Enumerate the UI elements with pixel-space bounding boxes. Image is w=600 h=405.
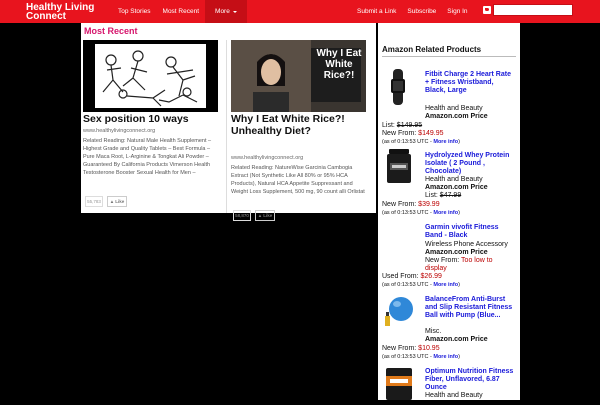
story-title[interactable]: Sex position 10 ways — [83, 113, 225, 125]
section-title: Most Recent — [84, 26, 138, 36]
new-label: New From: — [425, 257, 462, 264]
story-source[interactable]: www.healthylivingconnect.org — [83, 128, 155, 134]
nav-more-dropdown[interactable]: More — [205, 0, 247, 23]
search-input[interactable] — [493, 4, 573, 16]
story-source[interactable]: www.healthylivingconnect.org — [231, 155, 303, 161]
main-nav: Top Stories Most Recent More — [112, 0, 247, 23]
asof-text: (as of 0:13:53 UTC - — [382, 354, 434, 360]
new-label: New From: — [382, 345, 419, 352]
fitness-band-icon — [391, 69, 405, 105]
product-store: Amazon.com Price — [425, 249, 488, 256]
product-new-price: New From: $10.95 — [382, 345, 440, 353]
story-description: Related Reading: NatureWise Garcinia Cam… — [231, 165, 365, 195]
asof-text: (as of 0:13:53 UTC - — [382, 282, 434, 288]
product-store: Amazon.com Price — [425, 113, 488, 120]
sidebar-title: Amazon Related Products — [382, 45, 482, 54]
more-info-link[interactable]: More info — [433, 210, 458, 216]
story-card: Sex position 10 ways www.healthylivingco… — [83, 40, 223, 210]
product-title[interactable]: Garmin vivofit Fitness Band - Black — [425, 224, 515, 240]
sidebar-divider — [382, 56, 516, 57]
product-timestamp: (as of 0:13:53 UTC - More info) — [382, 139, 460, 145]
top-navigation-bar: Healthy Living Connect Top Stories Most … — [0, 0, 600, 23]
new-label: New From: — [382, 130, 419, 137]
product-list-price: List: $47.99 — [425, 192, 461, 200]
product-title[interactable]: Hydrolyzed Whey Protein Isolate ( 2 Poun… — [425, 152, 515, 176]
amazon-products-sidebar: Amazon Related Products Fitbit Charge 2 … — [378, 23, 520, 400]
product-image-fiber[interactable] — [384, 368, 414, 400]
sign-in-button[interactable]: Sign In — [447, 8, 467, 15]
story-thumbnail[interactable] — [83, 40, 218, 112]
product-timestamp: (as of 0:13:53 UTC - More info) — [382, 354, 460, 360]
nav-top-stories[interactable]: Top Stories — [112, 0, 157, 23]
share-count: 55,783 — [85, 196, 103, 207]
asof-end: ) — [458, 210, 460, 216]
site-logo[interactable]: Healthy Living Connect — [26, 3, 94, 22]
new-label: New From: — [382, 201, 419, 208]
supplement-tub-icon — [386, 368, 412, 400]
product-store: Amazon.com Price — [425, 184, 488, 191]
product-list-price: List: $149.95 — [382, 122, 422, 130]
product-timestamp: (as of 0:13:53 UTC - More info) — [382, 210, 460, 216]
asof-end: ) — [458, 282, 460, 288]
nav-most-recent[interactable]: Most Recent — [157, 0, 206, 23]
story-title[interactable]: Why I Eat White Rice?! Unhealthy Diet? — [231, 113, 373, 137]
list-label: List: — [382, 122, 397, 129]
subscribe-button[interactable]: Subscribe — [407, 8, 436, 15]
illustration-icon — [83, 40, 218, 112]
like-label: Like — [115, 199, 125, 204]
asof-end: ) — [458, 354, 460, 360]
card-divider — [226, 40, 227, 213]
product-new-price: New From: $39.99 — [382, 201, 440, 209]
list-price: $47.99 — [439, 192, 462, 199]
story-description: Related Reading: Natural Male Health Sup… — [83, 138, 212, 176]
product-category: Wireless Phone Accessory — [425, 241, 508, 248]
asof-text: (as of 0:13:53 UTC - — [382, 210, 434, 216]
thumbs-up-icon: ▲ — [257, 213, 263, 218]
product-image-fitbit[interactable] — [384, 69, 412, 105]
user-nav: Submit a Link Subscribe Sign In — [357, 0, 479, 23]
like-button[interactable]: ▲ Like — [107, 196, 127, 207]
chevron-down-icon — [232, 10, 237, 13]
product-timestamp: (as of 0:13:53 UTC - More info) — [382, 282, 460, 288]
thumbs-up-icon: ▲ — [109, 199, 115, 204]
more-info-link[interactable]: More info — [433, 139, 458, 145]
new-price: $149.95 — [418, 130, 444, 137]
product-title[interactable]: BalanceFrom Anti-Burst and Slip Resistan… — [425, 296, 515, 320]
product-new-price: New From: Too low to display — [425, 257, 515, 273]
nav-more-label: More — [215, 8, 230, 15]
story-card: Why I Eat White Rice?! Why I Eat White R… — [231, 40, 373, 221]
product-new-price: New From: $149.95 — [382, 130, 443, 138]
fitness-ball-icon — [385, 297, 413, 326]
like-button[interactable]: ▲ Like — [255, 210, 275, 221]
product-title[interactable]: Fitbit Charge 2 Heart Rate + Fitness Wri… — [425, 71, 515, 95]
asof-end: ) — [458, 139, 460, 145]
submit-link-button[interactable]: Submit a Link — [357, 8, 396, 15]
like-label: Like — [263, 213, 273, 218]
product-category: Misc. — [425, 328, 442, 335]
product-used-price: Used From: $26.99 — [382, 273, 442, 281]
thumbnail-caption: Why I Eat White Rice?! — [316, 48, 362, 81]
product-title[interactable]: Optimum Nutrition Fitness Fiber, Unflavo… — [425, 368, 518, 392]
most-recent-panel: Most Recent Sex position 10 ways www.hea… — [81, 23, 376, 221]
new-price: $39.99 — [418, 201, 440, 208]
protein-tub-icon — [387, 149, 411, 183]
story-thumbnail[interactable]: Why I Eat White Rice?! — [231, 40, 366, 112]
share-count: 58,870 — [233, 210, 251, 221]
new-price: $10.95 — [418, 345, 440, 352]
product-store: Amazon.com Price — [425, 336, 488, 343]
twitter-icon[interactable] — [483, 6, 491, 14]
used-price: $26.99 — [420, 273, 442, 280]
asof-text: (as of 0:13:53 UTC - — [382, 139, 434, 145]
logo-line-2: Connect — [26, 11, 66, 22]
product-image-fitness-ball[interactable] — [384, 294, 414, 328]
more-info-link[interactable]: More info — [433, 282, 458, 288]
more-info-link[interactable]: More info — [433, 354, 458, 360]
product-category: Health and Beauty — [425, 176, 483, 183]
product-category: Health and Beauty — [425, 105, 483, 112]
product-image-whey[interactable] — [386, 149, 412, 183]
product-category: Health and Beauty — [425, 392, 483, 399]
list-label: List: — [425, 192, 440, 199]
list-price: $149.95 — [396, 122, 423, 129]
used-label: Used From: — [382, 273, 421, 280]
